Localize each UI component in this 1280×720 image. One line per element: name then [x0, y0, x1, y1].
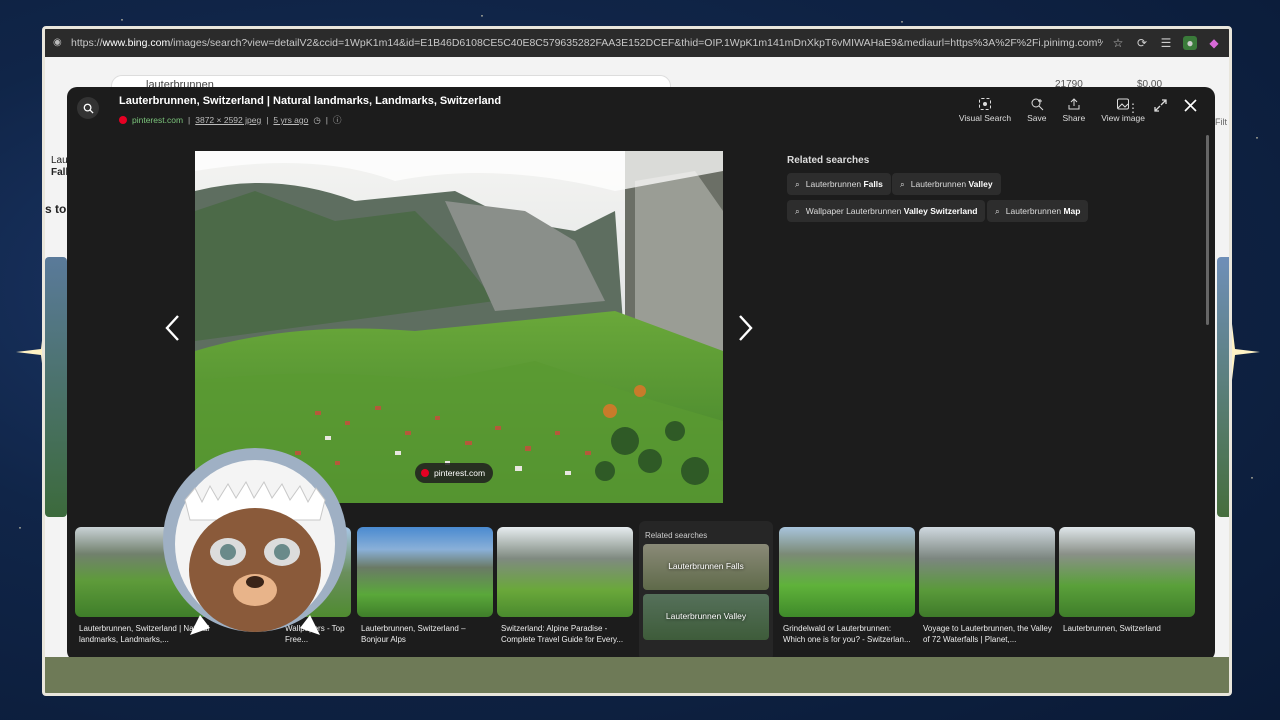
meta-separator: | [188, 115, 191, 125]
url-prefix: https:// [71, 37, 103, 49]
related-tile-label: Lauterbrunnen Falls [668, 561, 744, 571]
related-tile-label: Lauterbrunnen Valley [665, 611, 747, 621]
thumbnail-card[interactable]: Voyage to Lauterbrunnen, the Valley of 7… [919, 527, 1055, 645]
meta-separator: | [325, 115, 329, 125]
thumbnail-image [497, 527, 633, 617]
action-label: Save [1027, 113, 1047, 123]
thumbnail-caption: Lauterbrunnen, Switzerland [1063, 624, 1161, 633]
next-arrow-icon[interactable] [735, 313, 755, 343]
pinterest-icon [119, 116, 127, 124]
action-toolbar: Visual Search Save Share View image [959, 97, 1145, 123]
search-icon: ⌕ [900, 178, 905, 189]
background-results-row [45, 657, 1229, 693]
profile-icon[interactable]: ● [1183, 36, 1197, 50]
thumbnail-image [1059, 527, 1195, 617]
url-domain: www.bing.com [102, 37, 171, 49]
image-meta: pinterest.com | 3872 × 2592 jpeg | 5 yrs… [119, 114, 342, 126]
related-card-title: Related searches [645, 531, 708, 540]
background-thumbnail [45, 257, 67, 517]
filter-label[interactable]: Filt [1215, 117, 1227, 127]
pinterest-icon [421, 469, 429, 477]
related-searches-title: Related searches [787, 155, 870, 166]
thumbnail-image [919, 527, 1055, 617]
related-searches-card: Related searches Lauterbrunnen Falls Lau… [639, 521, 773, 661]
copilot-icon[interactable]: ◆ [1207, 36, 1221, 50]
search-icon: ⌕ [795, 205, 800, 216]
previous-arrow-icon[interactable] [163, 313, 183, 343]
thumbnail-card[interactable]: Lauterbrunnen, Switzerland [1059, 527, 1195, 634]
image-source-badge[interactable]: pinterest.com [415, 463, 494, 483]
side-label: s to [45, 202, 67, 216]
meta-separator: | [266, 115, 269, 125]
star-icon: · [120, 12, 124, 26]
share-icon [1068, 98, 1080, 110]
thumbnail-card[interactable]: Lauterbrunnen, Switzerland – Bonjour Alp… [357, 527, 493, 645]
info-icon[interactable]: ⓘ [333, 114, 342, 126]
lock-icon[interactable]: ◉ [53, 37, 65, 49]
url-text[interactable]: https://www.bing.com/images/search?view=… [71, 37, 1103, 49]
search-icon: ⌕ [795, 178, 800, 189]
url-rest: /images/search?view=detailV2&ccid=1WpK1m… [170, 37, 1103, 49]
star-icon: · [1255, 130, 1259, 144]
related-chip-falls[interactable]: ⌕ Lauterbrunnen Falls [787, 173, 891, 195]
star-icon: · [1250, 470, 1254, 484]
action-label: Share [1062, 113, 1086, 123]
save-button[interactable]: Save [1027, 97, 1047, 123]
related-chip-map[interactable]: ⌕ Lauterbrunnen Map [987, 200, 1089, 222]
favorite-star-icon[interactable]: ☆ [1111, 36, 1125, 50]
thumbnail-caption: Grindelwald or Lauterbrunnen: Which one … [783, 624, 911, 644]
overlay-search-button[interactable] [77, 97, 99, 119]
action-label: Visual Search [958, 113, 1012, 123]
visual-search-button[interactable]: Visual Search [959, 97, 1011, 123]
image-dimensions[interactable]: 3872 × 2592 jpeg [195, 115, 261, 125]
more-options-icon[interactable]: ⋮ [1127, 101, 1139, 115]
star-icon: · [480, 8, 484, 22]
star-icon: · [18, 520, 22, 534]
chip-label: Wallpaper Lauterbrunnen Valley Switzerla… [805, 206, 978, 216]
favorites-icon[interactable]: ☰ [1159, 36, 1173, 50]
clock-icon: ◷ [313, 114, 321, 125]
related-tile-valley[interactable]: Lauterbrunnen Valley [643, 594, 769, 640]
related-chip-valley[interactable]: ⌕ Lauterbrunnen Valley [892, 173, 1001, 195]
overlay-scrollbar[interactable] [1206, 135, 1209, 325]
background-thumbnail [1217, 257, 1229, 517]
image-badge-label: pinterest.com [434, 468, 486, 478]
share-button[interactable]: Share [1062, 97, 1086, 123]
thumbnail-image [357, 527, 493, 617]
source-link[interactable]: pinterest.com [132, 115, 183, 125]
chip-label: Lauterbrunnen Falls [805, 179, 883, 189]
search-icon: ⌕ [995, 205, 1000, 216]
address-bar[interactable]: ◉ https://www.bing.com/images/search?vie… [45, 29, 1229, 57]
side-label: Fall [51, 167, 69, 178]
visual-search-icon [978, 98, 991, 110]
chip-label: Lauterbrunnen Map [1005, 206, 1081, 216]
related-tile-falls[interactable]: Lauterbrunnen Falls [643, 544, 769, 590]
chip-label: Lauterbrunnen Valley [910, 179, 993, 189]
thumbnail-caption: Switzerland: Alpine Paradise - Complete … [501, 624, 624, 644]
thumbnail-caption: Lauterbrunnen, Switzerland – Bonjour Alp… [361, 624, 466, 644]
thumbnail-image [779, 527, 915, 617]
webcam-avatar [163, 448, 347, 635]
expand-icon[interactable] [1154, 99, 1167, 112]
thumbnail-caption: Voyage to Lauterbrunnen, the Valley of 7… [923, 624, 1052, 644]
search-icon [83, 103, 94, 114]
thumbnail-card[interactable]: Switzerland: Alpine Paradise - Complete … [497, 527, 633, 645]
thumbnail-card[interactable]: Grindelwald or Lauterbrunnen: Which one … [779, 527, 915, 645]
image-age[interactable]: 5 yrs ago [273, 115, 308, 125]
save-icon [1031, 98, 1044, 111]
image-title[interactable]: Lauterbrunnen, Switzerland | Natural lan… [119, 95, 501, 107]
browser-toolbar: ☆ ⟳ ☰ ● ◆ [1111, 36, 1221, 50]
extensions-icon[interactable]: ⟳ [1135, 36, 1149, 50]
close-icon[interactable] [1184, 99, 1197, 112]
related-chip-wallpaper[interactable]: ⌕ Wallpaper Lauterbrunnen Valley Switzer… [787, 200, 986, 222]
